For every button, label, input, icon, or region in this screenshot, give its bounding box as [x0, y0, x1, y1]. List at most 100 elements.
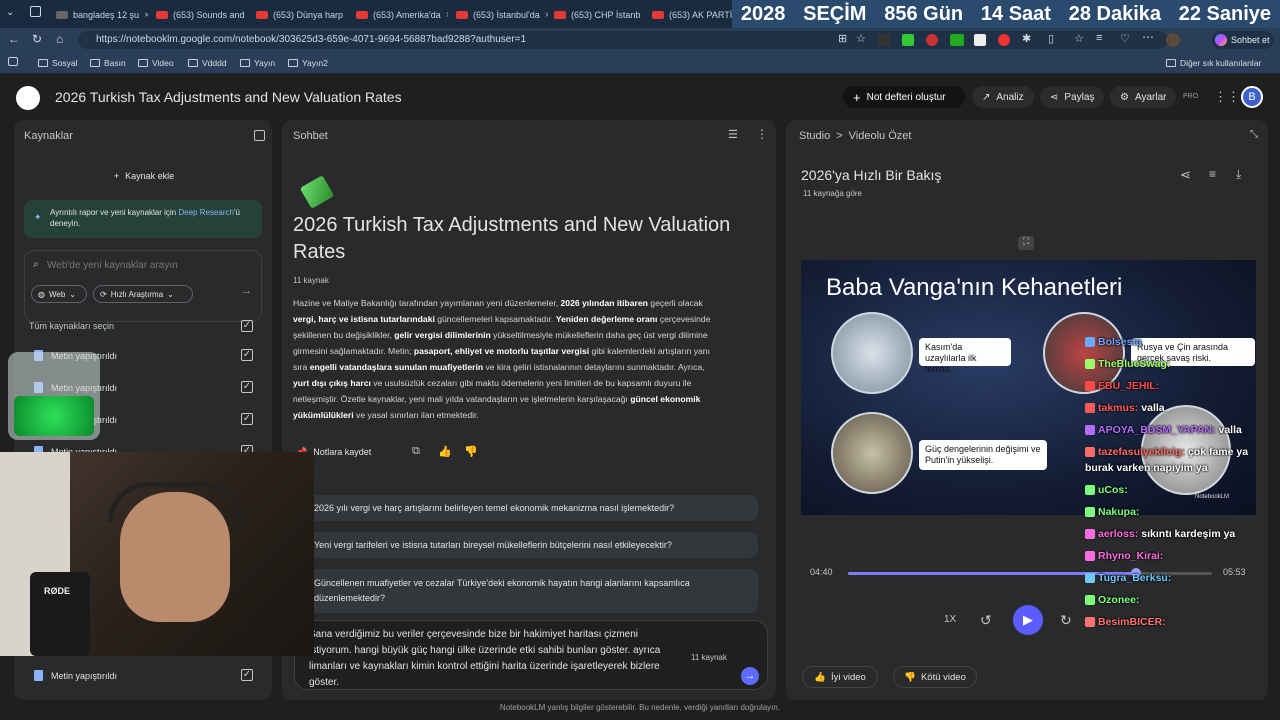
fast-research-chip[interactable]: ⟳ Hızlı Araştırma ⌄ [93, 285, 193, 303]
extension-icon[interactable] [926, 34, 938, 46]
notebooklm-logo[interactable] [16, 86, 40, 110]
profile-avatar[interactable] [1166, 33, 1180, 47]
create-notebook-button[interactable]: + Not defteri oluştur [843, 86, 965, 108]
suggested-question[interactable]: Güncellenen muafiyetler ve cezalar Türki… [300, 569, 758, 613]
suggested-question[interactable]: 2026 yılı vergi ve harç artışlarını beli… [300, 495, 758, 521]
collapse-icon[interactable]: ⤡ [1250, 129, 1258, 140]
bookmark-star-icon[interactable]: ☆ [856, 32, 866, 45]
copy-icon[interactable]: ⧉ [412, 445, 420, 458]
tab-title: (653) Dünya harp [273, 10, 344, 20]
more-vert-icon[interactable]: ⋮ [756, 127, 768, 141]
source-checkbox[interactable]: ✓ [241, 413, 253, 425]
home-icon[interactable]: ⌂ [56, 32, 63, 46]
install-icon[interactable]: ⊞ [838, 32, 847, 45]
browser-tab[interactable]: (653) İstanbul'da × [452, 4, 548, 26]
bookmark-folder[interactable]: Basın [90, 58, 126, 68]
stream-chat-message: Nakupa: [1085, 506, 1139, 518]
deep-research-banner[interactable]: ✦ Ayrıntılı rapor ve yeni kaynaklar için… [24, 200, 262, 238]
heart-icon[interactable]: ♡ [1120, 32, 1130, 45]
reload-icon[interactable]: ↻ [32, 32, 42, 46]
notebook-title[interactable]: 2026 Turkish Tax Adjustments and New Val… [55, 89, 402, 105]
add-source-button[interactable]: + Kaynak ekle [28, 164, 260, 188]
apps-grid-icon[interactable]: ⋮⋮ [1214, 89, 1240, 105]
browser-tab[interactable]: (653) AK PARTİ'D × [648, 4, 732, 26]
close-icon[interactable]: × [545, 10, 548, 21]
browser-tab[interactable]: (653) Dünya harp× [252, 4, 348, 26]
address-bar-row: ← ↻ ⌂ https://notebooklm.google.com/note… [0, 28, 1280, 52]
extension-icon[interactable] [974, 34, 986, 46]
web-search-input[interactable] [47, 257, 247, 273]
gear-icon: ⚙ [1120, 91, 1129, 103]
more-icon[interactable]: ⋯ [1142, 30, 1154, 44]
chat-text: valla [1141, 402, 1165, 414]
rewind-icon[interactable]: ↺ [980, 612, 992, 629]
tune-icon[interactable]: ☰ [728, 128, 738, 141]
source-checkbox[interactable]: ✓ [241, 349, 253, 361]
play-button[interactable]: ▶ [1013, 605, 1043, 635]
tab-actions-icon[interactable] [30, 6, 41, 17]
summary-text: ve usulsüzlük cezaları gibi maktu ödemel… [370, 378, 692, 388]
collapse-panel-icon[interactable] [254, 130, 265, 141]
browser-tab[interactable]: (653) Amerika'da × [352, 4, 448, 26]
forward-icon[interactable]: ↻ [1060, 612, 1072, 629]
submit-arrow-icon[interactable]: → [241, 285, 252, 297]
good-video-button[interactable]: 👍 İyi video [802, 666, 878, 688]
bookmark-folder[interactable]: Yayın [240, 58, 275, 68]
extension-icon[interactable] [902, 34, 914, 46]
bookmark-folder[interactable]: Yayın2 [288, 58, 328, 68]
thumbs-down-icon[interactable]: 👎 [464, 445, 478, 458]
other-bookmarks[interactable]: Diğer sık kullanılanlar [1166, 58, 1261, 68]
extension-icon[interactable] [950, 34, 964, 46]
favorites-icon[interactable]: ☆ [1074, 32, 1084, 45]
playlist-icon[interactable]: ≡ [1209, 167, 1216, 181]
chat-username: Nakupa: [1098, 506, 1140, 518]
bad-video-button[interactable]: 👎 Kötü video [893, 666, 977, 688]
bookmark-folder[interactable]: Video [138, 58, 174, 68]
fullscreen-icon[interactable]: ⛶ [1018, 236, 1034, 250]
web-source-chip[interactable]: ◍ Web ⌄ [31, 285, 87, 303]
source-checkbox[interactable]: ✓ [241, 381, 253, 393]
breadcrumb-root[interactable]: Studio [799, 130, 830, 142]
bookmark-folder[interactable]: Vdddd [188, 58, 227, 68]
thumbs-up-icon[interactable]: 👍 [438, 445, 452, 458]
download-icon[interactable]: ⤓ [1236, 167, 1241, 182]
playback-speed-button[interactable]: 1X [944, 614, 956, 625]
extension-icon[interactable] [998, 34, 1010, 46]
extension-icon[interactable] [878, 34, 890, 46]
mic-brand: RØDE [44, 586, 71, 596]
election-countdown-overlay: 2028 SEÇİM 856 Gün 14 Saat 28 Dakika 22 … [732, 0, 1280, 28]
source-checkbox[interactable]: ✓ [241, 669, 253, 681]
folder-icon [90, 59, 100, 67]
back-icon[interactable]: ← [8, 32, 20, 46]
send-button[interactable]: → [741, 667, 759, 685]
browser-tab[interactable]: bangladeş 12 şu × [52, 4, 148, 26]
close-icon[interactable]: × [144, 10, 148, 21]
source-item[interactable]: Metin yapıştırıldı [34, 670, 117, 681]
collections-icon[interactable]: ≡ [1096, 32, 1102, 44]
tab-menu-icon[interactable]: ⌄ [6, 7, 14, 18]
select-all-checkbox[interactable]: ✓ [241, 320, 253, 332]
settings-button[interactable]: ⚙ Ayarlar [1110, 86, 1176, 108]
share-button[interactable]: ⋖ Paylaş [1040, 86, 1104, 108]
share-icon[interactable]: ⋖ [1180, 167, 1191, 183]
suggested-question[interactable]: Yeni vergi tarifeleri ve istisna tutarla… [300, 532, 758, 558]
close-icon[interactable]: × [446, 10, 448, 21]
bookmark-folder[interactable]: Sosyal [38, 58, 78, 68]
browser-tab[interactable]: (653) Sounds and× [152, 4, 248, 26]
deep-research-link[interactable]: Deep Research [178, 208, 234, 217]
chat-input[interactable]: Sana verdiğimiz bu veriler çerçevesinde … [309, 627, 679, 691]
tab-search-icon[interactable] [8, 57, 18, 66]
summary-emphasis: 2026 yılından itibaren [560, 298, 648, 308]
video-player[interactable]: Baba Vanga'nın Kehanetleri Kasım'da uzay… [801, 260, 1256, 515]
analytics-button[interactable]: ↗ Analiz [972, 86, 1034, 108]
close-icon[interactable]: × [645, 10, 646, 21]
countdown-year: 2028 [740, 2, 786, 25]
puzzle-icon[interactable]: ✱ [1022, 32, 1031, 45]
copilot-button[interactable]: Sohbet et [1212, 31, 1274, 49]
jar-overlay [8, 352, 100, 440]
copilot-label: Sohbet et [1231, 35, 1270, 45]
account-avatar[interactable]: B [1241, 86, 1263, 108]
countdown-label: SEÇİM [803, 2, 867, 25]
sidebar-icon[interactable]: ▯ [1048, 32, 1054, 45]
browser-tab[interactable]: (653) CHP İstanb × [550, 4, 646, 26]
